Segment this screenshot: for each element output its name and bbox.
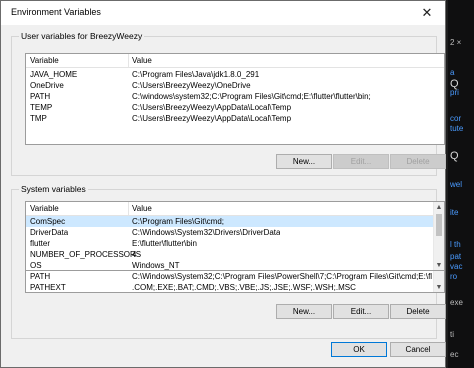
scroll-down-icon[interactable]: ▼	[434, 260, 444, 270]
table-row[interactable]: JAVA_HOME C:\Program Files\Java\jdk1.8.0…	[26, 69, 444, 80]
background-text: l th	[450, 240, 461, 249]
column-header-variable[interactable]: Variable	[30, 56, 59, 65]
table-row[interactable]: PATH C:\windows\system32;C:\Program File…	[26, 91, 444, 102]
variable-name: PATHEXT	[30, 283, 66, 292]
variable-value: C:\Users\BreezyWeezy\OneDrive	[132, 81, 251, 90]
background-text: a	[450, 68, 455, 77]
variable-name: TEMP	[30, 103, 53, 112]
cancel-button[interactable]: Cancel	[390, 342, 446, 357]
column-divider[interactable]	[128, 202, 129, 215]
background-text: 2 ×	[450, 38, 462, 47]
system-new-button[interactable]: New...	[276, 304, 332, 319]
background-text: ite	[450, 208, 459, 217]
variable-value: C:\windows\system32;C:\Program Files\Git…	[132, 92, 371, 101]
list-header: Variable Value	[26, 54, 444, 68]
background-text: pri	[450, 88, 459, 97]
close-icon[interactable]: ✕	[413, 3, 441, 23]
system-edit-button[interactable]: Edit...	[333, 304, 389, 319]
table-row[interactable]: flutter E:\flutter\flutter\bin	[26, 238, 444, 249]
background-text: pat	[450, 252, 462, 261]
variable-value: C:\Users\BreezyWeezy\AppData\Local\Temp	[132, 103, 292, 112]
variable-value: Windows_NT	[132, 261, 180, 270]
variable-value: E:\flutter\flutter\bin	[132, 239, 197, 248]
table-row[interactable]: NUMBER_OF_PROCESSORS 4	[26, 249, 444, 260]
vertical-scrollbar[interactable]: ▲ ▼	[433, 202, 444, 270]
user-variables-list[interactable]: Variable Value JAVA_HOME C:\Program File…	[25, 53, 445, 145]
variable-name: NUMBER_OF_PROCESSORS	[30, 250, 142, 259]
variable-name: TMP	[30, 114, 47, 123]
background-text: cor	[450, 114, 462, 123]
column-divider[interactable]	[128, 54, 129, 67]
table-row[interactable]: PATH C:\Windows\System32;C:\Program File…	[26, 271, 444, 282]
variable-value: C:\Users\BreezyWeezy\AppData\Local\Temp	[132, 114, 292, 123]
variable-name: OneDrive	[30, 81, 64, 90]
background-text: tute	[450, 124, 464, 133]
table-row[interactable]: PATHEXT .COM;.EXE;.BAT;.CMD;.VBS;.VBE;.J…	[26, 282, 444, 292]
table-row[interactable]: TEMP C:\Users\BreezyWeezy\AppData\Local\…	[26, 102, 444, 113]
variable-name: JAVA_HOME	[30, 70, 78, 79]
variable-name: PATH	[30, 272, 51, 281]
table-row[interactable]: DriverData C:\Windows\System32\Drivers\D…	[26, 227, 444, 238]
column-header-value[interactable]: Value	[132, 56, 152, 65]
system-variables-list[interactable]: Variable Value ComSpec C:\Program Files\…	[25, 201, 445, 271]
background-text: vac	[450, 262, 463, 271]
background-text: ro	[450, 272, 458, 281]
background-text: Q	[450, 150, 459, 162]
variable-value: C:\Windows\System32\Drivers\DriverData	[132, 228, 281, 237]
table-row[interactable]: OS Windows_NT	[26, 260, 444, 270]
column-header-value[interactable]: Value	[132, 204, 152, 213]
environment-variables-dialog: Environment Variables ✕ User variables f…	[0, 0, 446, 368]
dialog-title: Environment Variables	[11, 7, 101, 17]
scroll-up-icon[interactable]: ▲	[434, 202, 444, 212]
background-window-right: 2 × a Q pri cor tute Q wel ite l th pat …	[448, 0, 474, 368]
ok-button[interactable]: OK	[331, 342, 387, 357]
user-variables-label: User variables for BreezyWeezy	[19, 31, 145, 41]
variable-name: OS	[30, 261, 42, 270]
system-variables-label: System variables	[19, 184, 88, 194]
vertical-scrollbar-track[interactable]: ▼	[433, 271, 444, 292]
scrollbar-thumb[interactable]	[436, 214, 442, 236]
table-row[interactable]: OneDrive C:\Users\BreezyWeezy\OneDrive	[26, 80, 444, 91]
background-text: exe	[450, 298, 463, 307]
variable-value: C:\Program Files\Java\jdk1.8.0_291	[132, 70, 260, 79]
title-bar[interactable]: Environment Variables ✕	[1, 1, 445, 25]
variable-name: ComSpec	[30, 217, 66, 226]
background-text: wel	[450, 180, 463, 189]
user-edit-button[interactable]: Edit...	[333, 154, 389, 169]
list-header: Variable Value	[26, 202, 444, 216]
variable-value: C:\Windows\System32;C:\Program Files\Pow…	[132, 272, 432, 281]
variable-value: 4	[132, 250, 137, 259]
scroll-down-icon[interactable]: ▼	[434, 282, 444, 292]
variable-name: flutter	[30, 239, 51, 248]
table-row-selected[interactable]: ComSpec C:\Program Files\Git\cmd;	[26, 216, 444, 227]
user-new-button[interactable]: New...	[276, 154, 332, 169]
user-delete-button[interactable]: Delete	[390, 154, 446, 169]
system-variables-list-overflow[interactable]: PATH C:\Windows\System32;C:\Program File…	[25, 271, 445, 293]
column-header-variable[interactable]: Variable	[30, 204, 59, 213]
variable-name: PATH	[30, 92, 51, 101]
variable-name: DriverData	[30, 228, 69, 237]
background-text: ti	[450, 330, 454, 339]
system-delete-button[interactable]: Delete	[390, 304, 446, 319]
variable-value: .COM;.EXE;.BAT;.CMD;.VBS;.VBE;.JS;.JSE;.…	[132, 283, 356, 292]
background-text: ec	[450, 350, 459, 359]
variable-value: C:\Program Files\Git\cmd;	[132, 217, 225, 226]
table-row[interactable]: TMP C:\Users\BreezyWeezy\AppData\Local\T…	[26, 113, 444, 124]
